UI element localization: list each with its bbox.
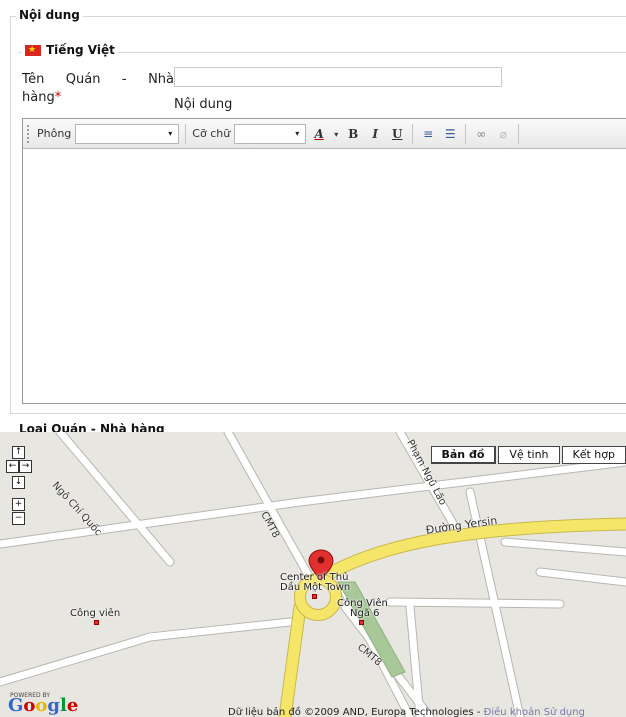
map-label-place: Công viên bbox=[70, 608, 121, 619]
font-label: Phông bbox=[37, 127, 72, 140]
map-copyright: Dữ liệu bản đồ ©2009 AND, Europa Technol… bbox=[228, 707, 585, 717]
pan-right-icon[interactable]: → bbox=[19, 460, 32, 473]
chevron-down-icon: ▾ bbox=[168, 128, 173, 138]
poi-marker-icon bbox=[94, 620, 99, 625]
text-color-icon[interactable]: A bbox=[310, 124, 328, 144]
terms-of-use-link[interactable]: Điều khoản Sử dụng bbox=[484, 707, 585, 717]
label-word: Tên bbox=[22, 72, 45, 87]
toolbar-separator bbox=[465, 123, 467, 144]
map-type-satellite-button[interactable]: Vệ tinh bbox=[498, 446, 560, 464]
label-word: Quán bbox=[65, 72, 101, 87]
map-type-control: Bản đồ Vệ tinh Kết hợp bbox=[430, 446, 626, 464]
pan-down-icon[interactable]: ↓ bbox=[12, 476, 25, 489]
language-legend: Tiếng Việt bbox=[22, 43, 118, 57]
section-title: Nội dung bbox=[16, 8, 83, 22]
label-word: Nhà bbox=[148, 72, 174, 87]
google-logo-letter: G bbox=[8, 695, 24, 716]
underline-icon[interactable]: U bbox=[388, 124, 406, 144]
pan-left-icon[interactable]: ← bbox=[6, 460, 19, 473]
bold-icon[interactable]: B bbox=[344, 124, 362, 144]
font-size-label: Cỡ chữ bbox=[192, 127, 231, 140]
toolbar-grip-icon[interactable] bbox=[27, 124, 31, 143]
google-logo-letter: o bbox=[35, 695, 48, 716]
zoom-in-icon[interactable]: + bbox=[12, 498, 25, 511]
google-logo[interactable]: Google bbox=[8, 696, 78, 716]
copyright-text: Dữ liệu bản đồ ©2009 AND, Europa Technol… bbox=[228, 707, 484, 717]
required-marker: * bbox=[54, 90, 62, 105]
form-panel: Nội dung Tiếng Việt Tên Quán - Nhà hàng*… bbox=[0, 0, 626, 433]
map-type-hybrid-button[interactable]: Kết hợp bbox=[561, 446, 626, 464]
google-logo-letter: g bbox=[47, 695, 60, 716]
restaurant-name-input[interactable] bbox=[174, 67, 502, 87]
italic-icon[interactable]: I bbox=[366, 124, 384, 144]
google-map[interactable]: ↑ ← → ↓ + − Bản đồ Vệ tinh Kết hợp Ngô C… bbox=[0, 432, 626, 717]
map-label-place: Dầu Một Town bbox=[280, 582, 351, 593]
toolbar-separator bbox=[518, 123, 520, 144]
content-label: Nội dung bbox=[174, 97, 233, 112]
poi-marker-icon bbox=[359, 620, 364, 625]
restaurant-name-label: Tên Quán - Nhà hàng* bbox=[22, 71, 174, 107]
label-word: - bbox=[121, 72, 127, 87]
vietnam-flag-icon bbox=[25, 44, 41, 56]
unordered-list-icon[interactable]: ☰ bbox=[441, 124, 459, 144]
link-icon[interactable]: ∞ bbox=[472, 124, 490, 144]
map-label-place: Ngã 6 bbox=[350, 608, 380, 619]
map-road bbox=[386, 598, 564, 608]
map-type-map-button[interactable]: Bản đồ bbox=[430, 446, 497, 464]
toolbar-separator bbox=[185, 123, 187, 144]
google-logo-letter: e bbox=[66, 695, 79, 716]
label-word: hàng bbox=[22, 90, 55, 105]
rich-text-editor: Phông ▾ Cỡ chữ ▾ A ▾ B I U ≡ ☰ ∞ ⌀ bbox=[22, 118, 626, 404]
unlink-icon[interactable]: ⌀ bbox=[494, 124, 512, 144]
zoom-out-icon[interactable]: − bbox=[12, 512, 25, 525]
chevron-down-icon: ▾ bbox=[295, 128, 300, 138]
ordered-list-icon[interactable]: ≡ bbox=[419, 124, 437, 144]
editor-toolbar: Phông ▾ Cỡ chữ ▾ A ▾ B I U ≡ ☰ ∞ ⌀ bbox=[23, 119, 626, 149]
pan-up-icon[interactable]: ↑ bbox=[12, 446, 25, 459]
language-title: Tiếng Việt bbox=[46, 43, 115, 57]
editor-content-area[interactable] bbox=[23, 149, 626, 403]
font-size-select[interactable]: ▾ bbox=[234, 123, 307, 144]
chevron-down-icon[interactable]: ▾ bbox=[332, 124, 340, 144]
google-logo-letter: o bbox=[23, 695, 36, 716]
poi-marker-icon bbox=[312, 594, 317, 599]
toolbar-separator bbox=[412, 123, 414, 144]
google-logo-letter: l bbox=[60, 695, 67, 716]
font-select[interactable]: ▾ bbox=[75, 123, 180, 144]
